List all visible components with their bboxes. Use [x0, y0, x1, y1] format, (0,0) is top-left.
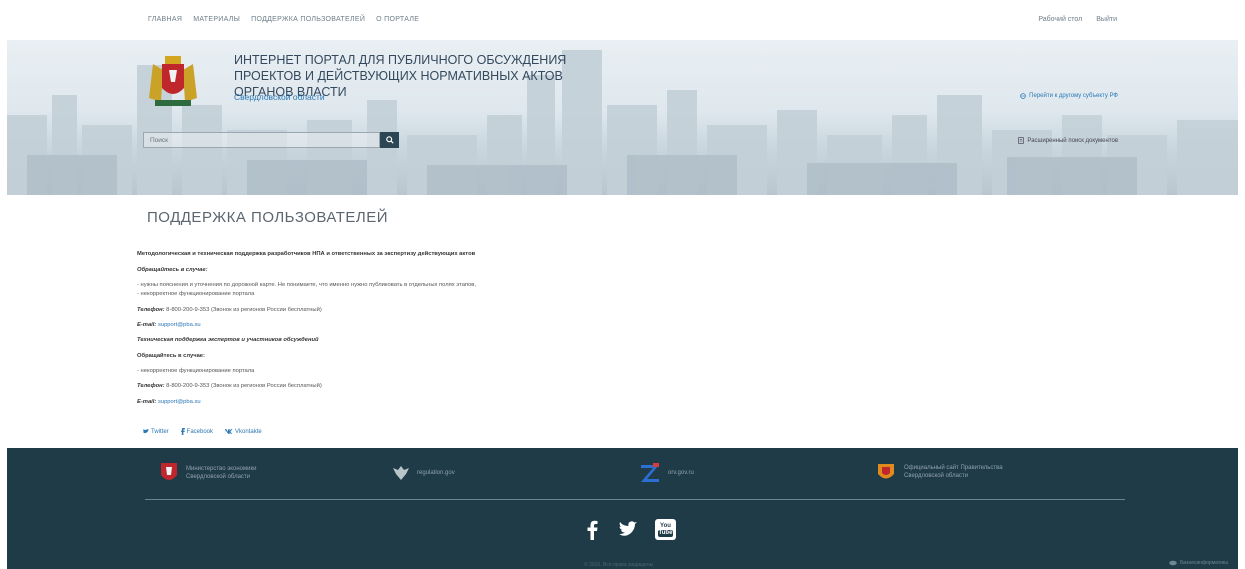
- footer: Министерство экономики Свердловской обла…: [7, 448, 1238, 569]
- globe-icon: [1020, 93, 1026, 99]
- orv-label: orv.gov.ru: [668, 470, 694, 476]
- government-logo-icon: [878, 464, 894, 479]
- advanced-search-link[interactable]: Расширенный поиск документов: [1018, 137, 1118, 144]
- footer-ministry-link[interactable]: Министерство экономики Свердловской обла…: [159, 461, 256, 485]
- phone-label: Телефон:: [137, 307, 165, 313]
- developer-logo[interactable]: Бизнесинформатика: [1169, 560, 1228, 566]
- ministry-line: Свердловской области: [186, 474, 251, 480]
- header-banner: ИНТЕРНЕТ ПОРТАЛ ДЛЯ ПУБЛИЧНОГО ОБСУЖДЕНИ…: [7, 40, 1238, 195]
- support-heading-experts: Техническая поддержка экспертов и участн…: [137, 337, 319, 343]
- logout-link[interactable]: Выйти: [1096, 16, 1117, 23]
- facebook-icon[interactable]: [582, 519, 603, 540]
- phone-value: 8-800-200-9-353 (Звонок из регионов Росс…: [166, 383, 322, 389]
- top-bar: ГЛАВНАЯ МАТЕРИАЛЫ ПОДДЕРЖКА ПОЛЬЗОВАТЕЛЕ…: [0, 0, 1245, 40]
- support-list-item: - некорректное функционирование портала: [137, 368, 255, 374]
- twitter-icon[interactable]: [617, 519, 638, 540]
- twitter-label: Twitter: [151, 428, 169, 435]
- other-subject-link[interactable]: Перейти к другому субъекту РФ: [1020, 93, 1118, 99]
- social-share: Twitter Facebook Vkontakte: [143, 428, 262, 435]
- support-list-item: - нужны пояснения и уточнения по дорожно…: [137, 282, 476, 288]
- emblem-icon: [149, 56, 197, 106]
- regulation-label: regulation.gov: [417, 470, 455, 476]
- nav-materials[interactable]: МАТЕРИАЛЫ: [193, 16, 240, 23]
- corner-logo-icon: [1169, 560, 1177, 566]
- government-text: Официальный сайт Правительства Свердловс…: [904, 464, 1003, 480]
- twitter-icon: [143, 429, 149, 434]
- vk-icon: [225, 429, 233, 434]
- developer-label: Бизнесинформатика: [1180, 560, 1228, 566]
- page-title: ПОДДЕРЖКА ПОЛЬЗОВАТЕЛЕЙ: [147, 209, 389, 226]
- user-links: Рабочий стол Выйти: [1038, 16, 1117, 23]
- facebook-label: Facebook: [186, 428, 214, 435]
- ministry-logo-icon: [161, 463, 177, 480]
- email-link[interactable]: support@pba.su: [158, 399, 201, 405]
- orv-logo-icon: [641, 463, 659, 482]
- other-subject-label: Перейти к другому субъекту РФ: [1029, 93, 1118, 99]
- footer-orv-link[interactable]: orv.gov.ru: [639, 463, 694, 483]
- nav-support[interactable]: ПОДДЕРЖКА ПОЛЬЗОВАТЕЛЕЙ: [251, 16, 365, 23]
- youtube-icon[interactable]: You Tube: [655, 519, 676, 540]
- government-line: Свердловской области: [904, 473, 969, 479]
- twitter-share-link[interactable]: Twitter: [143, 428, 169, 435]
- nav-about[interactable]: О ПОРТАЛЕ: [376, 16, 419, 23]
- vk-share-link[interactable]: Vkontakte: [225, 428, 262, 435]
- email-label: E-mail:: [137, 322, 157, 328]
- email-link[interactable]: support@pba.su: [158, 322, 201, 328]
- contact-when-label: Обращайтесь в случае:: [137, 267, 208, 273]
- document-search-icon: [1018, 137, 1025, 144]
- search-icon: [385, 136, 394, 144]
- top-navigation: ГЛАВНАЯ МАТЕРИАЛЫ ПОДДЕРЖКА ПОЛЬЗОВАТЕЛЕ…: [148, 16, 419, 23]
- facebook-icon: [180, 428, 185, 435]
- support-list-item: - некорректное функционирование портала: [137, 291, 255, 297]
- email-line: E-mail: support@pba.su: [137, 399, 201, 405]
- phone-line: Телефон: 8-800-200-9-353 (Звонок из реги…: [137, 307, 322, 313]
- phone-value: 8-800-200-9-353 (Звонок из регионов Росс…: [166, 307, 322, 313]
- ministry-text: Министерство экономики Свердловской обла…: [186, 465, 256, 481]
- support-heading-developers: Методологическая и техническая поддержка…: [137, 251, 476, 257]
- eagle-icon: [393, 466, 409, 480]
- nav-home[interactable]: ГЛАВНАЯ: [148, 16, 182, 23]
- contact-when-label: Обращайтесь в случае:: [137, 353, 205, 359]
- youtube-you: You: [660, 522, 671, 529]
- facebook-share-link[interactable]: Facebook: [180, 428, 214, 435]
- ministry-line: Министерство экономики: [186, 466, 257, 472]
- search-input[interactable]: [143, 132, 380, 148]
- footer-divider: [145, 499, 1125, 500]
- copyright: © 2016. Все права защищены: [584, 562, 654, 568]
- desktop-link[interactable]: Рабочий стол: [1038, 16, 1082, 23]
- search-bar: [143, 132, 399, 148]
- email-line: E-mail: support@pba.su: [137, 322, 201, 328]
- email-label: E-mail:: [137, 399, 157, 405]
- search-button[interactable]: [380, 132, 399, 148]
- phone-label: Телефон:: [137, 383, 165, 389]
- government-line: Официальный сайт Правительства: [904, 465, 1003, 471]
- region-link[interactable]: Свердловской области: [234, 92, 325, 102]
- vk-label: Vkontakte: [235, 428, 262, 435]
- youtube-tube: Tube: [657, 529, 674, 537]
- advanced-search-label: Расширенный поиск документов: [1027, 137, 1118, 144]
- footer-government-link[interactable]: Официальный сайт Правительства Свердловс…: [875, 461, 1003, 483]
- footer-regulation-link[interactable]: regulation.gov: [392, 464, 455, 482]
- phone-line: Телефон: 8-800-200-9-353 (Звонок из реги…: [137, 383, 322, 389]
